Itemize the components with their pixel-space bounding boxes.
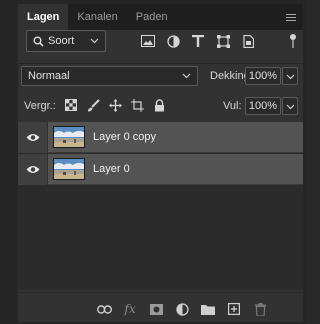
divider <box>18 63 303 64</box>
layers-list: Layer 0 copy Layer 0 <box>18 122 303 290</box>
blend-mode-value: Normaal <box>28 70 70 82</box>
layer-thumbnail <box>53 126 85 148</box>
opacity-dropdown-button[interactable] <box>282 67 298 85</box>
layers-panel: Lagen Kanalen Paden Soort Normaal Dekkin… <box>0 0 306 324</box>
adjustment-filter-icon[interactable] <box>165 33 181 49</box>
filter-toggle-switch[interactable] <box>290 34 296 48</box>
fill-input[interactable]: 100% <box>245 97 281 115</box>
layer-name[interactable]: Layer 0 <box>93 163 130 175</box>
visibility-toggle[interactable] <box>18 122 48 153</box>
chevron-down-icon <box>286 104 295 110</box>
smart-object-filter-icon[interactable] <box>240 33 256 49</box>
layer-row[interactable]: Layer 0 copy <box>18 122 303 153</box>
eye-icon <box>26 166 39 173</box>
panel-menu-icon[interactable] <box>279 4 303 30</box>
delete-layer-icon[interactable] <box>252 301 268 317</box>
lock-transparent-pixels-icon[interactable] <box>63 97 79 113</box>
fill-label: Vul: <box>223 100 242 112</box>
lock-label: Vergr.: <box>24 100 56 112</box>
add-mask-icon[interactable] <box>148 301 164 317</box>
fx-icon[interactable]: fx <box>122 302 138 316</box>
divider <box>18 292 303 293</box>
link-layers-icon[interactable] <box>96 301 112 317</box>
tab-channels[interactable]: Kanalen <box>68 4 126 30</box>
layer-row[interactable]: Layer 0 <box>18 154 303 185</box>
eye-icon <box>26 134 39 141</box>
shape-filter-icon[interactable] <box>215 33 231 49</box>
opacity-input[interactable]: 100% <box>245 67 281 85</box>
panel-footer: fx <box>18 294 303 322</box>
filter-kind-label: Soort <box>48 35 75 47</box>
filter-kind-select[interactable]: Soort <box>26 30 106 52</box>
new-layer-icon[interactable] <box>226 301 242 317</box>
tab-layers[interactable]: Lagen <box>18 4 69 30</box>
lock-position-icon[interactable] <box>107 97 123 113</box>
image-filter-icon[interactable] <box>140 33 156 49</box>
chevron-down-icon <box>182 73 191 79</box>
search-icon <box>33 36 44 47</box>
layer-thumbnail <box>53 158 85 180</box>
blend-mode-select[interactable]: Normaal <box>21 66 198 86</box>
visibility-toggle[interactable] <box>18 154 48 185</box>
type-filter-icon[interactable] <box>190 33 206 49</box>
chevron-down-icon <box>286 74 295 80</box>
fill-dropdown-button[interactable] <box>282 97 298 115</box>
panel-tab-bar: Lagen Kanalen Paden <box>18 4 303 30</box>
tab-paths[interactable]: Paden <box>127 4 177 30</box>
chevron-down-icon <box>90 38 99 44</box>
lock-artboard-icon[interactable] <box>129 97 145 113</box>
lock-image-pixels-icon[interactable] <box>85 97 101 113</box>
panel-body: Soort Normaal Dekking: 100% Vergr.: Vul:… <box>18 30 303 322</box>
layer-name[interactable]: Layer 0 copy <box>93 131 156 143</box>
lock-all-icon[interactable] <box>151 97 167 113</box>
new-adjustment-layer-icon[interactable] <box>174 301 190 317</box>
new-group-icon[interactable] <box>200 301 216 317</box>
